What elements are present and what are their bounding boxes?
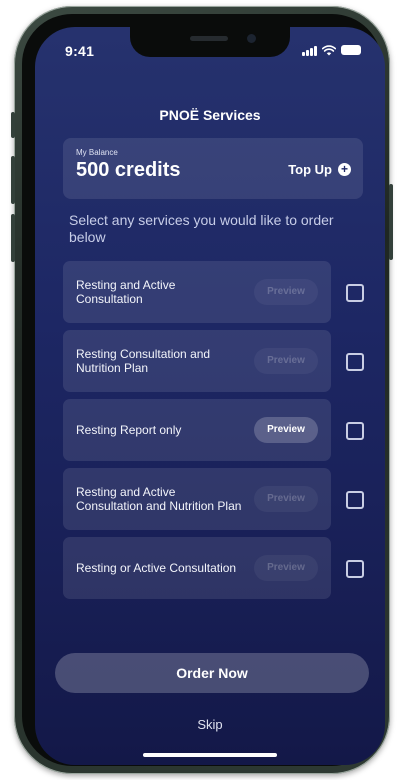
preview-button[interactable]: Preview: [254, 279, 318, 305]
phone-frame: 9:41 PNOË Services My Balance 500 credit…: [11, 6, 393, 774]
service-card: Resting and Active Consultation Preview: [63, 261, 331, 323]
volume-up-button: [11, 156, 15, 204]
speaker-grille: [190, 36, 228, 41]
service-card: Resting Report only Preview: [63, 399, 331, 461]
service-name: Resting Report only: [76, 423, 182, 437]
battery-icon: [341, 45, 361, 55]
skip-link[interactable]: Skip: [35, 717, 385, 732]
service-row: Resting Consultation and Nutrition Plan …: [63, 330, 385, 392]
balance-label: My Balance: [76, 148, 118, 157]
service-checkbox[interactable]: [346, 560, 364, 578]
service-row: Resting and Active Consultation and Nutr…: [63, 468, 385, 530]
status-time: 9:41: [65, 43, 95, 59]
notch: [130, 27, 290, 57]
plus-circle-icon: +: [338, 163, 351, 176]
wifi-icon: [322, 44, 336, 55]
preview-button[interactable]: Preview: [254, 348, 318, 374]
service-card: Resting Consultation and Nutrition Plan …: [63, 330, 331, 392]
app-screen: 9:41 PNOË Services My Balance 500 credit…: [35, 27, 385, 765]
mute-switch: [11, 112, 15, 138]
balance-card: My Balance 500 credits Top Up +: [63, 138, 363, 199]
top-up-button[interactable]: Top Up +: [288, 162, 351, 177]
service-card: Resting or Active Consultation Preview: [63, 537, 331, 599]
top-up-label: Top Up: [288, 162, 332, 177]
service-checkbox[interactable]: [346, 422, 364, 440]
front-camera-icon: [247, 34, 256, 43]
page-title: PNOË Services: [159, 107, 261, 123]
status-icons: [302, 43, 361, 57]
home-indicator[interactable]: [143, 753, 277, 757]
preview-button[interactable]: Preview: [254, 486, 318, 512]
service-name: Resting or Active Consultation: [76, 561, 237, 575]
order-now-button[interactable]: Order Now: [55, 653, 369, 693]
service-name: Resting Consultation and Nutrition Plan: [76, 347, 211, 375]
service-row: Resting and Active Consultation Preview: [63, 261, 385, 323]
preview-button[interactable]: Preview: [254, 555, 318, 581]
service-name: Resting and Active Consultation: [76, 278, 176, 306]
preview-button[interactable]: Preview: [254, 417, 318, 443]
instruction-text: Select any services you would like to or…: [69, 212, 334, 245]
service-row: Resting or Active Consultation Preview: [63, 537, 385, 599]
volume-down-button: [11, 214, 15, 262]
balance-value: 500 credits: [76, 159, 181, 181]
signal-icon: [302, 45, 317, 56]
service-checkbox[interactable]: [346, 284, 364, 302]
service-checkbox[interactable]: [346, 491, 364, 509]
service-checkbox[interactable]: [346, 353, 364, 371]
service-row: Resting Report only Preview: [63, 399, 385, 461]
power-button: [389, 184, 393, 260]
service-card: Resting and Active Consultation and Nutr…: [63, 468, 331, 530]
service-name: Resting and Active Consultation and Nutr…: [76, 485, 242, 513]
